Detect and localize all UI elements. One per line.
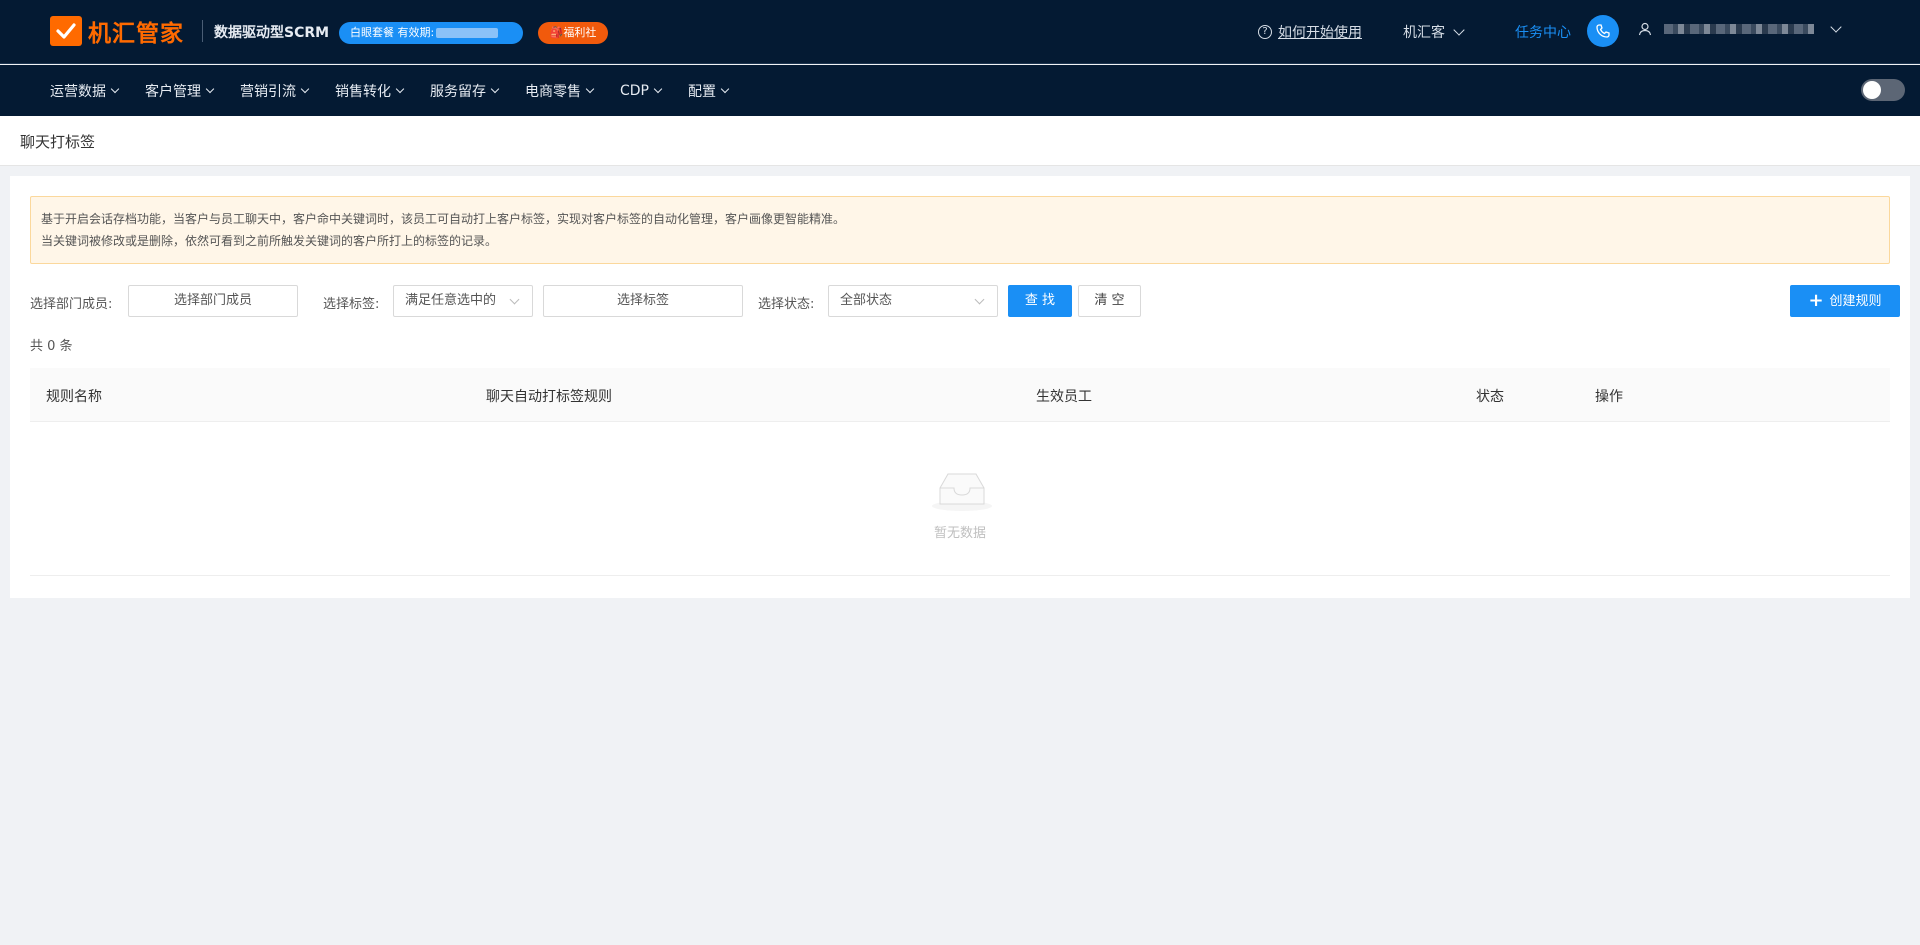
table-body: 暂无数据 bbox=[30, 422, 1890, 576]
nav-item-label: 服务留存 bbox=[430, 83, 486, 100]
nav-item-ecommerce[interactable]: 电商零售 bbox=[525, 81, 595, 101]
result-count: 共 0 条 bbox=[30, 339, 73, 354]
nav-item-marketing[interactable]: 营销引流 bbox=[240, 81, 310, 101]
chevron-down-icon bbox=[205, 84, 215, 94]
tag-filter-label: 选择标签: bbox=[323, 297, 380, 312]
content-card: 基于开启会话存档功能，当客户与员工聊天中，客户命中关键词时，该员工可自动打上客户… bbox=[10, 176, 1910, 598]
create-rule-label: 创建规则 bbox=[1829, 294, 1882, 309]
table-header: 规则名称 聊天自动打标签规则 生效员工 状态 操作 bbox=[30, 368, 1890, 422]
tag-mode-select[interactable]: 满足任意选中的 bbox=[393, 285, 533, 317]
logo-check-icon bbox=[50, 16, 82, 46]
phone-icon[interactable] bbox=[1587, 15, 1619, 47]
question-circle-icon: ? bbox=[1258, 25, 1272, 39]
column-header-actions: 操作 bbox=[1595, 389, 1623, 405]
nav-item-label: 营销引流 bbox=[240, 83, 296, 100]
user-icon bbox=[1638, 22, 1652, 36]
tag-select-input[interactable]: 选择标签 bbox=[543, 285, 743, 317]
clear-button[interactable]: 清 空 bbox=[1078, 285, 1141, 317]
slogan: 数据驱动型SCRM bbox=[214, 25, 330, 41]
member-select-input[interactable]: 选择部门成员 bbox=[128, 285, 298, 317]
help-link[interactable]: ? 如何开始使用 bbox=[1258, 22, 1362, 42]
nav-item-label: 配置 bbox=[688, 83, 716, 100]
chevron-down-icon bbox=[974, 294, 985, 305]
logo-divider bbox=[202, 20, 203, 42]
redacted-username bbox=[1664, 24, 1814, 34]
main-nav: 运营数据 客户管理 营销引流 销售转化 服务留存 电商零售 CDP 配置 bbox=[0, 65, 1920, 116]
tag-mode-value: 满足任意选中的 bbox=[405, 293, 497, 308]
nav-item-ops-data[interactable]: 运营数据 bbox=[50, 81, 120, 101]
page-title-bar: 聊天打标签 bbox=[0, 116, 1920, 166]
help-link-label: 如何开始使用 bbox=[1278, 25, 1362, 41]
chevron-down-icon bbox=[1453, 24, 1465, 36]
chevron-down-icon bbox=[585, 84, 595, 94]
nav-item-label: 客户管理 bbox=[145, 83, 201, 100]
nav-item-label: 销售转化 bbox=[335, 83, 391, 100]
status-value: 全部状态 bbox=[840, 293, 893, 308]
nav-item-label: 电商零售 bbox=[525, 83, 581, 100]
create-rule-button[interactable]: + 创建规则 bbox=[1790, 285, 1900, 317]
toggle-knob bbox=[1863, 81, 1881, 99]
logo[interactable]: 机汇管家 bbox=[50, 14, 184, 48]
notice-line-1: 基于开启会话存档功能，当客户与员工聊天中，客户命中关键词时，该员工可自动打上客户… bbox=[41, 212, 846, 226]
status-filter-label: 选择状态: bbox=[758, 297, 815, 312]
notice-line-2: 当关键词被修改或是删除，依然可看到之前所触发关键词的客户所打上的标签的记录。 bbox=[41, 234, 498, 248]
nav-item-sales[interactable]: 销售转化 bbox=[335, 81, 405, 101]
nav-item-customer-mgmt[interactable]: 客户管理 bbox=[145, 81, 215, 101]
chevron-down-icon bbox=[300, 84, 310, 94]
nav-item-retention[interactable]: 服务留存 bbox=[430, 81, 500, 101]
theme-toggle[interactable] bbox=[1861, 79, 1905, 101]
rules-table: 规则名称 聊天自动打标签规则 生效员工 状态 操作 暂无数据 bbox=[30, 368, 1890, 576]
info-notice: 基于开启会话存档功能，当客户与员工聊天中，客户命中关键词时，该员工可自动打上客户… bbox=[30, 196, 1890, 264]
empty-inbox-icon bbox=[932, 473, 992, 511]
logo-text: 机汇管家 bbox=[88, 21, 184, 47]
page-title: 聊天打标签 bbox=[20, 133, 96, 151]
welfare-badge[interactable]: 🎒福利社 bbox=[538, 22, 608, 44]
corp-name: 机汇客 bbox=[1403, 25, 1445, 41]
column-header-chat-tag-rule: 聊天自动打标签规则 bbox=[486, 389, 612, 405]
user-menu[interactable] bbox=[1638, 21, 1842, 36]
chevron-down-icon bbox=[720, 84, 730, 94]
redacted-date bbox=[436, 28, 499, 38]
nav-item-config[interactable]: 配置 bbox=[688, 81, 730, 101]
member-filter-label: 选择部门成员: bbox=[30, 297, 113, 312]
chevron-down-icon bbox=[653, 84, 663, 94]
chevron-down-icon bbox=[110, 84, 120, 94]
package-badge-label: 白眼套餐 有效期: bbox=[350, 26, 435, 39]
task-center-link[interactable]: 任务中心 bbox=[1515, 22, 1571, 42]
chevron-down-icon bbox=[1830, 21, 1842, 33]
status-select[interactable]: 全部状态 bbox=[828, 285, 998, 317]
empty-text: 暂无数据 bbox=[933, 526, 986, 541]
top-header: 机汇管家 数据驱动型SCRM 白眼套餐 有效期: 🎒福利社 ? 如何开始使用 机… bbox=[0, 0, 1920, 64]
nav-item-label: 运营数据 bbox=[50, 83, 106, 100]
chevron-down-icon bbox=[490, 84, 500, 94]
corp-switcher[interactable]: 机汇客 bbox=[1403, 22, 1465, 42]
plus-icon: + bbox=[1808, 290, 1824, 311]
nav-item-cdp[interactable]: CDP bbox=[620, 82, 663, 99]
package-badge[interactable]: 白眼套餐 有效期: bbox=[339, 22, 523, 44]
filter-bar: 选择部门成员: 选择部门成员 选择标签: 满足任意选中的 选择标签 选择状态: … bbox=[30, 285, 1900, 317]
chevron-down-icon bbox=[509, 294, 520, 305]
chevron-down-icon bbox=[395, 84, 405, 94]
nav-item-label: CDP bbox=[620, 82, 649, 99]
search-button[interactable]: 查 找 bbox=[1008, 285, 1072, 317]
column-header-rule-name: 规则名称 bbox=[46, 389, 102, 405]
column-header-employees: 生效员工 bbox=[1036, 389, 1092, 405]
column-header-status: 状态 bbox=[1476, 389, 1504, 405]
